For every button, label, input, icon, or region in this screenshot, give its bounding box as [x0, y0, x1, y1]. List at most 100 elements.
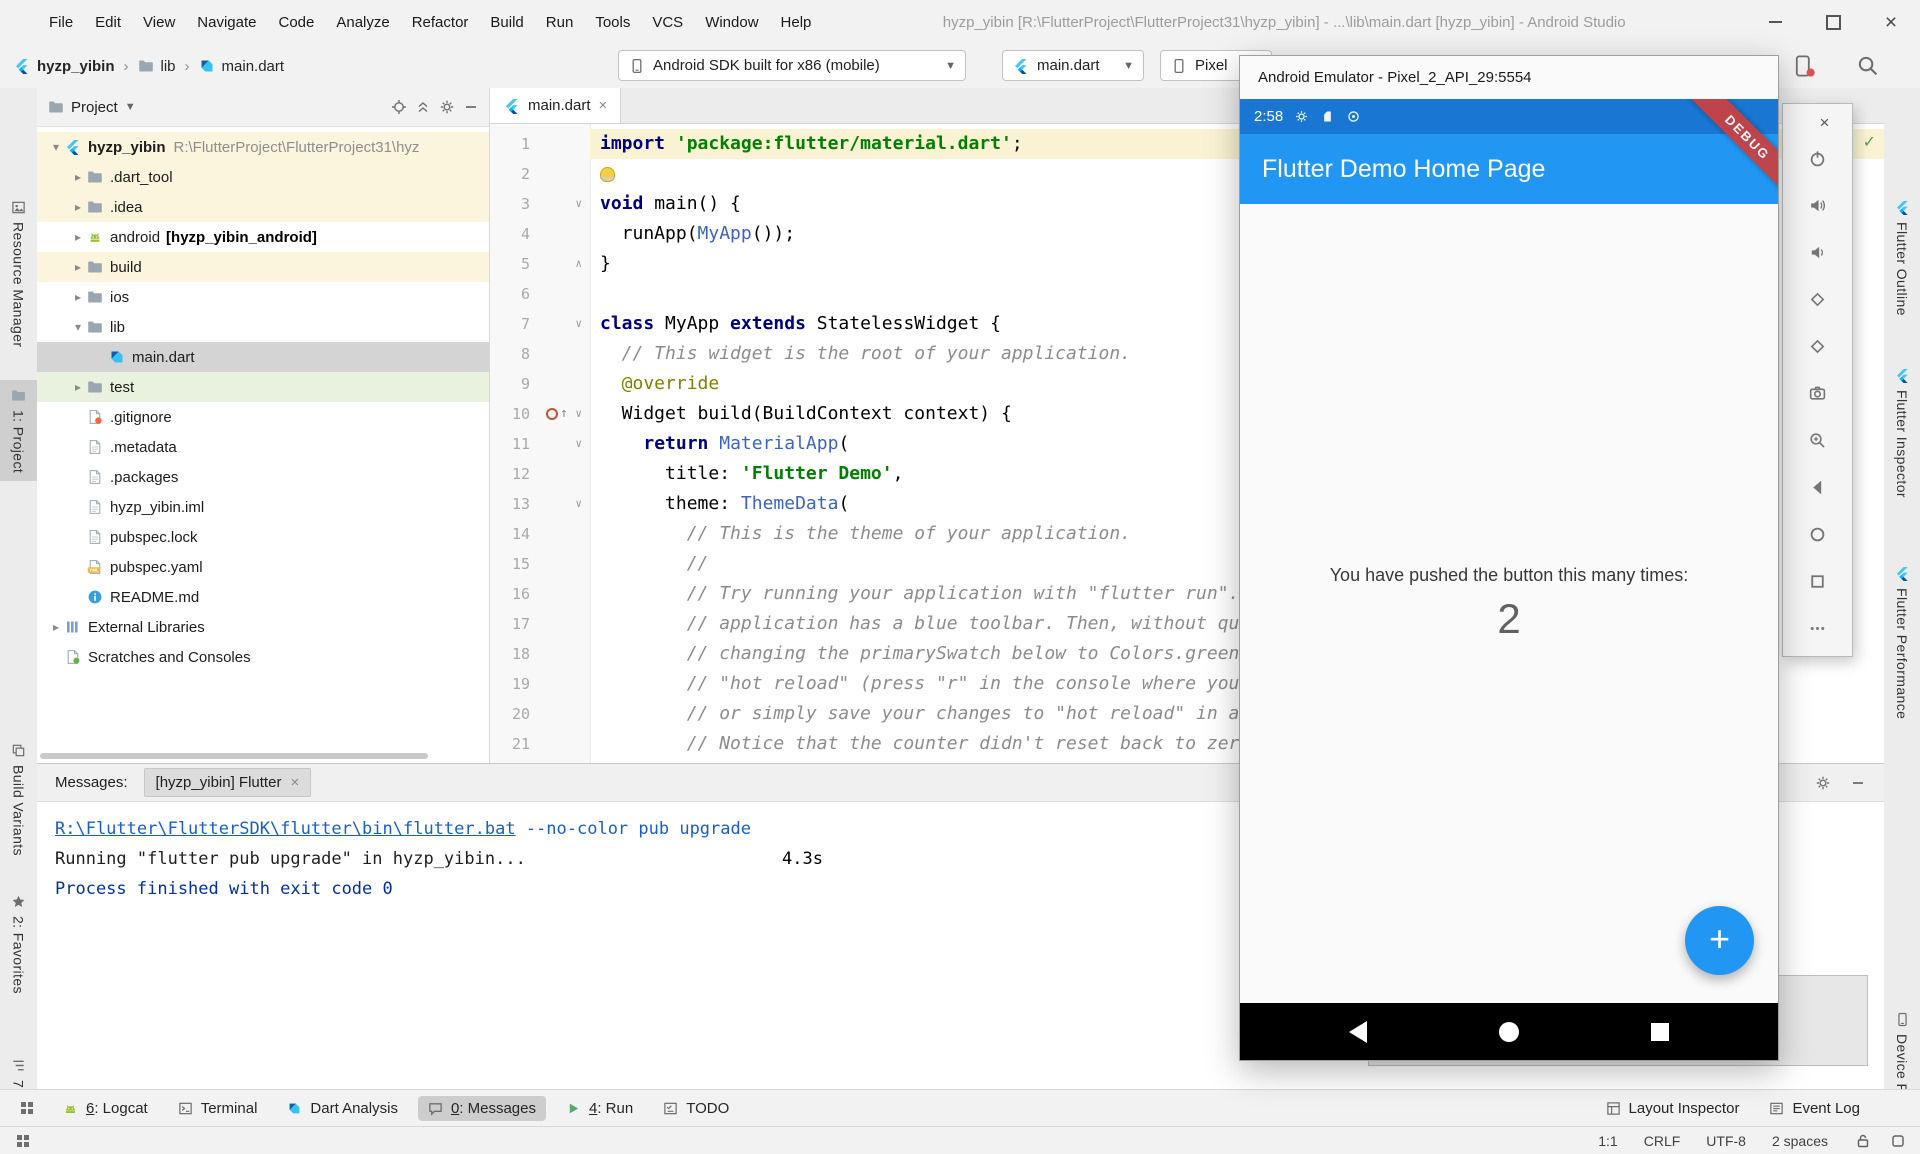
chevron-closed-icon[interactable]: ▸ [69, 200, 87, 214]
tool-window-switcher-icon[interactable] [18, 1100, 35, 1117]
tool-stripe-1-project[interactable]: 1: Project [0, 380, 37, 481]
chevron-closed-icon[interactable]: ▸ [69, 380, 87, 394]
close-tab-icon[interactable]: × [599, 97, 608, 114]
status-2-spaces[interactable]: 2 spaces [1772, 1133, 1828, 1149]
tree-item-pubspec-lock[interactable]: pubspec.lock [37, 522, 489, 552]
emulator-zoom-button[interactable] [1783, 417, 1852, 464]
tool-window-switcher-icon[interactable] [14, 1132, 31, 1149]
emulator-rotate-left-button[interactable] [1783, 276, 1852, 323]
tree-item-test[interactable]: ▸test [37, 372, 489, 402]
menu-navigate[interactable]: Navigate [186, 1, 267, 44]
emulator-camera-button[interactable] [1783, 370, 1852, 417]
toolwindow-button-0-messages[interactable]: 0: Messages [418, 1096, 546, 1121]
tree-item-gitignore[interactable]: .gitignore [37, 402, 489, 432]
close-button[interactable]: × [1862, 0, 1920, 44]
tree-item-android[interactable]: ▸android[hyzp_yibin_android] [37, 222, 489, 252]
toolwindow-button-todo[interactable]: TODO [653, 1096, 739, 1121]
menu-run[interactable]: Run [535, 1, 585, 44]
override-arrow-icon[interactable]: ↑ [560, 399, 568, 429]
flutter-attach-icon[interactable] [1792, 54, 1816, 78]
tool-stripe-build-variants[interactable]: Build Variants [0, 735, 37, 864]
tree-item-hyzp-yibin[interactable]: ▾hyzp_yibinR:\FlutterProject\FlutterProj… [37, 132, 489, 162]
tree-item-hyzp-yibin-iml[interactable]: hyzp_yibin.iml [37, 492, 489, 522]
tree-item-metadata[interactable]: .metadata [37, 432, 489, 462]
status-utf-8[interactable]: UTF-8 [1706, 1133, 1746, 1149]
menu-window[interactable]: Window [694, 1, 769, 44]
chevron-closed-icon[interactable]: ▸ [69, 170, 87, 184]
tool-stripe-resource-manager[interactable]: Resource Manager [0, 192, 37, 355]
toolwindow-button-4-run[interactable]: 4: Run [556, 1096, 643, 1121]
toolwindow-button-event-log[interactable]: Event Log [1759, 1096, 1870, 1121]
settings-gear-icon[interactable] [1814, 774, 1831, 791]
tree-item-external-libraries[interactable]: ▸External Libraries [37, 612, 489, 642]
emulator-volume-up-button[interactable] [1783, 182, 1852, 229]
fold-open-icon[interactable]: ∨ [575, 399, 582, 429]
emulator-close-button[interactable]: × [1820, 114, 1830, 131]
tab-main-dart[interactable]: main.dart × [490, 88, 621, 123]
breadcrumb-project[interactable]: hyzp_yibin [37, 58, 115, 75]
toolwindow-button-layout-inspector[interactable]: Layout Inspector [1596, 1096, 1750, 1121]
locate-file-button[interactable] [390, 99, 407, 116]
close-tab-icon[interactable]: × [290, 774, 299, 791]
status-indicator-icon[interactable] [1889, 1132, 1906, 1149]
menu-edit[interactable]: Edit [84, 1, 132, 44]
readonly-lock-icon[interactable] [1854, 1132, 1871, 1149]
fold-open-icon[interactable]: ∨ [575, 489, 582, 519]
console-link[interactable]: R:\Flutter\FlutterSDK\flutter\bin\flutte… [55, 819, 516, 839]
fold-open-icon[interactable]: ∨ [575, 309, 582, 339]
chevron-closed-icon[interactable]: ▸ [69, 290, 87, 304]
menu-refactor[interactable]: Refactor [401, 1, 480, 44]
tree-item-main-dart[interactable]: main.dart [37, 342, 489, 372]
tool-stripe-flutter-performance[interactable]: Flutter Performance [1884, 558, 1920, 727]
menu-vcs[interactable]: VCS [641, 1, 694, 44]
settings-gear-icon[interactable] [438, 99, 455, 116]
emulator-back-button[interactable] [1783, 464, 1852, 511]
emulator-power-button[interactable] [1783, 135, 1852, 182]
nav-back-icon[interactable] [1349, 1021, 1367, 1043]
chevron-closed-icon[interactable]: ▸ [47, 620, 65, 634]
menu-file[interactable]: File [38, 1, 84, 44]
tool-stripe-flutter-inspector[interactable]: Flutter Inspector [1884, 360, 1920, 506]
menu-code[interactable]: Code [267, 1, 325, 44]
hide-panel-button[interactable] [1849, 774, 1866, 791]
collapse-all-button[interactable] [414, 99, 431, 116]
inspection-status-icon[interactable]: ✓ [1863, 132, 1876, 152]
tree-item-idea[interactable]: ▸.idea [37, 192, 489, 222]
chevron-closed-icon[interactable]: ▸ [69, 230, 87, 244]
emulator-more-button[interactable] [1783, 605, 1852, 652]
toolwindow-button-dart-analysis[interactable]: Dart Analysis [277, 1096, 408, 1121]
project-view-selector[interactable]: Project [71, 99, 118, 116]
tool-stripe-2-favorites[interactable]: 2: Favorites [0, 886, 37, 1002]
increment-fab-button[interactable]: + [1685, 906, 1754, 975]
emulator-home-button[interactable] [1783, 511, 1852, 558]
nav-home-icon[interactable] [1499, 1022, 1519, 1042]
run-config-selector[interactable]: main.dart ▼ [1002, 50, 1144, 81]
chevron-closed-icon[interactable]: ▸ [69, 260, 87, 274]
tree-item-build[interactable]: ▸build [37, 252, 489, 282]
tree-item-scratches-and-consoles[interactable]: Scratches and Consoles [37, 642, 489, 672]
tree-item-dart-tool[interactable]: ▸.dart_tool [37, 162, 489, 192]
fold-open-icon[interactable]: ∨ [575, 429, 582, 459]
nav-overview-icon[interactable] [1651, 1023, 1669, 1041]
tree-item-ios[interactable]: ▸ios [37, 282, 489, 312]
minimize-button[interactable] [1746, 0, 1804, 44]
tree-item-readme-md[interactable]: README.md [37, 582, 489, 612]
search-icon[interactable] [1856, 54, 1880, 78]
tree-item-lib[interactable]: ▾lib [37, 312, 489, 342]
tree-item-pubspec-yaml[interactable]: YMLpubspec.yaml [37, 552, 489, 582]
status-crlf[interactable]: CRLF [1644, 1133, 1681, 1149]
emulator-title-bar[interactable]: Android Emulator - Pixel_2_API_29:5554 [1240, 56, 1778, 99]
breadcrumb-file[interactable]: main.dart [222, 58, 285, 75]
maximize-button[interactable] [1804, 0, 1862, 44]
tab-flutter-console[interactable]: [hyzp_yibin] Flutter × [144, 768, 312, 797]
emulator-rotate-right-button[interactable] [1783, 323, 1852, 370]
horizontal-scrollbar[interactable] [40, 753, 428, 759]
toolwindow-button-terminal[interactable]: Terminal [168, 1096, 268, 1121]
menu-tools[interactable]: Tools [584, 1, 641, 44]
device-selector[interactable]: Android SDK built for x86 (mobile) ▼ [618, 50, 966, 81]
menu-analyze[interactable]: Analyze [325, 1, 400, 44]
chevron-open-icon[interactable]: ▾ [69, 320, 87, 334]
tool-stripe-flutter-outline[interactable]: Flutter Outline [1884, 192, 1920, 324]
menu-view[interactable]: View [132, 1, 186, 44]
overriding-method-icon[interactable] [546, 408, 558, 420]
